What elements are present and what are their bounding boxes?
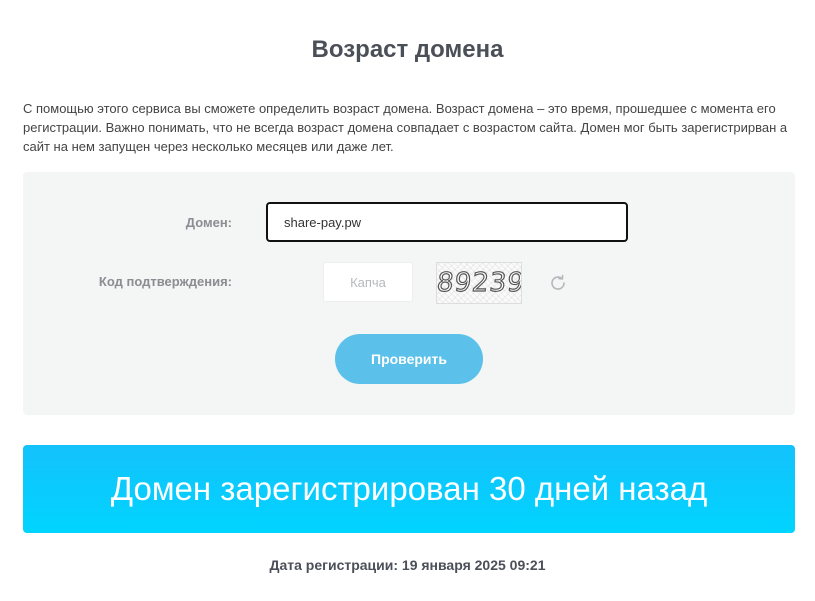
captcha-input[interactable] xyxy=(323,262,413,302)
registration-date: Дата регистрации: 19 января 2025 09:21 xyxy=(269,557,546,573)
captcha-label: Код подтверждения: xyxy=(98,274,232,289)
captcha-image: 89239 xyxy=(436,262,522,304)
domain-label: Домен: xyxy=(185,215,232,230)
result-banner: Домен зарегистрирован 30 дней назад xyxy=(23,445,795,533)
domain-age-form: Домен: Код подтверждения: 89239 Проверит… xyxy=(23,172,795,415)
intro-text: С помощью этого сервиса вы сможете опред… xyxy=(23,101,788,154)
check-button[interactable]: Проверить xyxy=(335,334,483,384)
page-title: Возраст домена xyxy=(311,36,504,63)
domain-input[interactable] xyxy=(266,202,628,242)
refresh-icon-svg xyxy=(551,274,565,290)
refresh-icon[interactable] xyxy=(547,272,569,294)
captcha-code: 89239 xyxy=(436,267,522,298)
